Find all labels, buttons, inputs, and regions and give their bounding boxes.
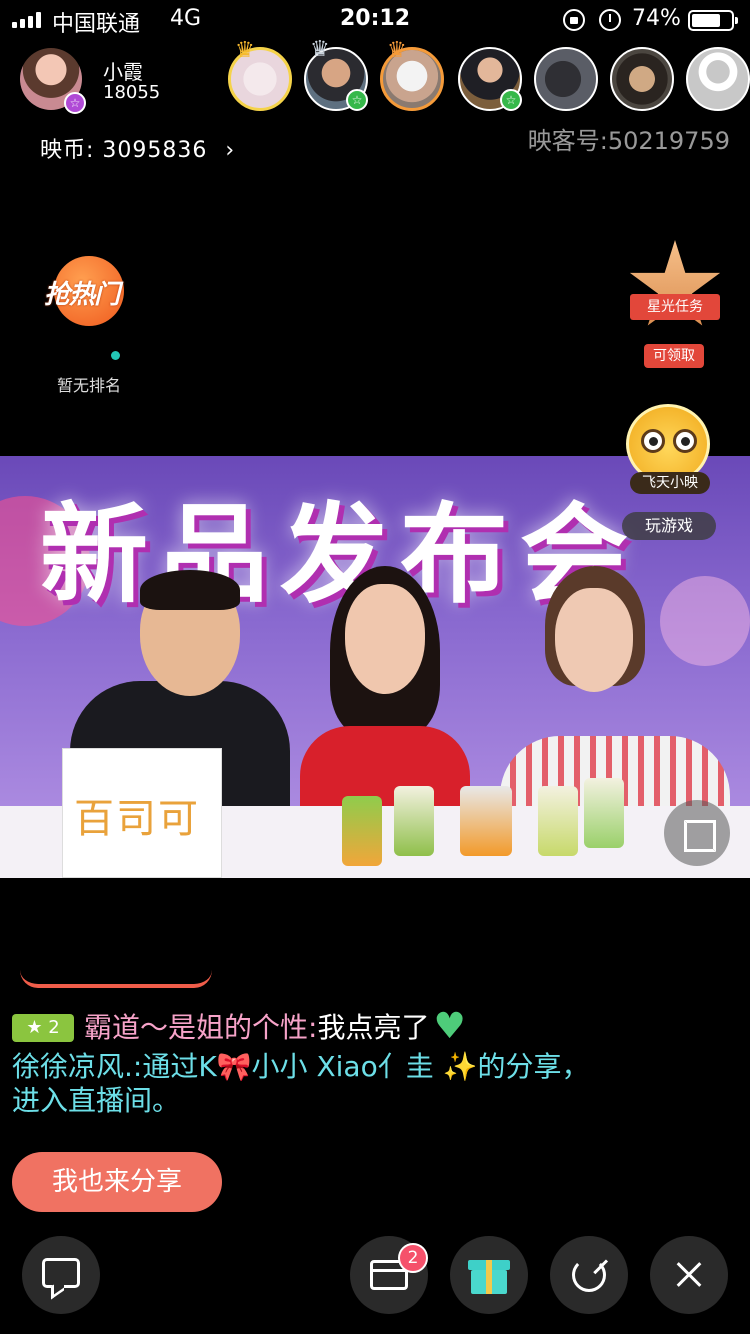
chat-tab-edge xyxy=(20,970,212,988)
chat-area: ★ 2 霸道～是姐的个性: 我点亮了 徐徐凉风.:通过K🎀小小 Xiao亻圭 ✨… xyxy=(12,1006,732,1118)
host-name[interactable]: 小霞 xyxy=(103,56,143,85)
viewer-avatar[interactable]: ☆ xyxy=(458,47,522,111)
star-task-button[interactable]: 星光任务 xyxy=(628,240,722,336)
viewer-avatar[interactable] xyxy=(610,47,674,111)
product-can xyxy=(394,786,434,856)
host-fans-count: 18055 xyxy=(103,82,161,103)
viewer-avatar[interactable]: ♛ ☆ xyxy=(304,37,368,111)
hot-rank-button[interactable]: 抢热门 xyxy=(44,252,136,332)
fullscreen-icon[interactable] xyxy=(664,800,730,866)
chevron-right-icon: › xyxy=(225,138,236,163)
chat-message: ★ 2 霸道～是姐的个性: 我点亮了 xyxy=(12,1006,732,1050)
coins-label: 映币: xyxy=(40,138,95,163)
crown-icon: ♛ xyxy=(387,38,407,63)
rank-status: 暂无排名 xyxy=(57,376,122,395)
chat-text: 我点亮了 xyxy=(317,1011,430,1044)
account-id: 映客号:50219759 xyxy=(527,127,730,155)
share-invite-button[interactable]: 我也来分享 xyxy=(12,1152,222,1212)
coins-link[interactable]: 映币: 3095836 › xyxy=(40,132,235,164)
product-can xyxy=(584,778,624,848)
close-button[interactable] xyxy=(650,1236,728,1314)
message-count-badge: 2 xyxy=(398,1243,428,1273)
status-bar: 中国联通 4G 20:12 74% xyxy=(0,0,750,40)
play-game-button[interactable]: 玩游戏 xyxy=(622,512,716,540)
product-can xyxy=(538,786,578,856)
brand-logo: 百司可 xyxy=(74,796,200,842)
battery-percent: 74% xyxy=(632,6,681,31)
viewer-avatar[interactable]: ♛ xyxy=(380,38,444,111)
gift-button[interactable] xyxy=(450,1236,528,1314)
product-can xyxy=(342,796,382,866)
viewer-avatar[interactable] xyxy=(534,47,598,111)
chat-username[interactable]: 霸道～是姐的个性: xyxy=(84,1010,317,1046)
comment-button[interactable] xyxy=(22,1236,100,1314)
product-can xyxy=(460,786,512,856)
claim-button[interactable]: 可领取 xyxy=(644,344,704,368)
share-icon xyxy=(572,1258,606,1292)
host-woman-center xyxy=(290,566,480,836)
viewer-avatar[interactable] xyxy=(686,47,750,111)
rank-indicator-dot xyxy=(111,351,120,360)
alarm-icon xyxy=(599,9,621,31)
crown-icon: ♛ xyxy=(235,38,255,63)
crown-icon: ♛ xyxy=(310,37,330,62)
coins-value: 3095836 xyxy=(102,138,208,163)
system-message: 徐徐凉风.:通过K🎀小小 Xiao亻圭 ✨的分享，进入直播间。 xyxy=(12,1050,590,1117)
viewer-avatar[interactable]: ♛ xyxy=(228,38,292,111)
star-task-label: 星光任务 xyxy=(630,294,720,320)
hot-rank-logo: 抢热门 xyxy=(44,280,120,310)
battery-icon xyxy=(688,10,738,31)
share-button[interactable] xyxy=(550,1236,628,1314)
level-badge: ★ 2 xyxy=(12,1014,74,1042)
star-badge-icon: ☆ xyxy=(64,92,86,114)
star-badge-icon: ☆ xyxy=(346,89,368,111)
star-badge-icon: ☆ xyxy=(500,89,522,111)
level-number: 2 xyxy=(48,1017,60,1038)
rotation-lock-icon xyxy=(563,9,585,31)
heart-icon xyxy=(433,1009,467,1045)
viewer-list: ♛ ♛ ☆ ♛ ☆ xyxy=(228,37,750,113)
host-avatar[interactable]: ☆ xyxy=(20,48,86,114)
game-name: 飞天小映 xyxy=(630,472,710,494)
comment-icon xyxy=(42,1258,80,1288)
gift-icon xyxy=(468,1254,510,1294)
